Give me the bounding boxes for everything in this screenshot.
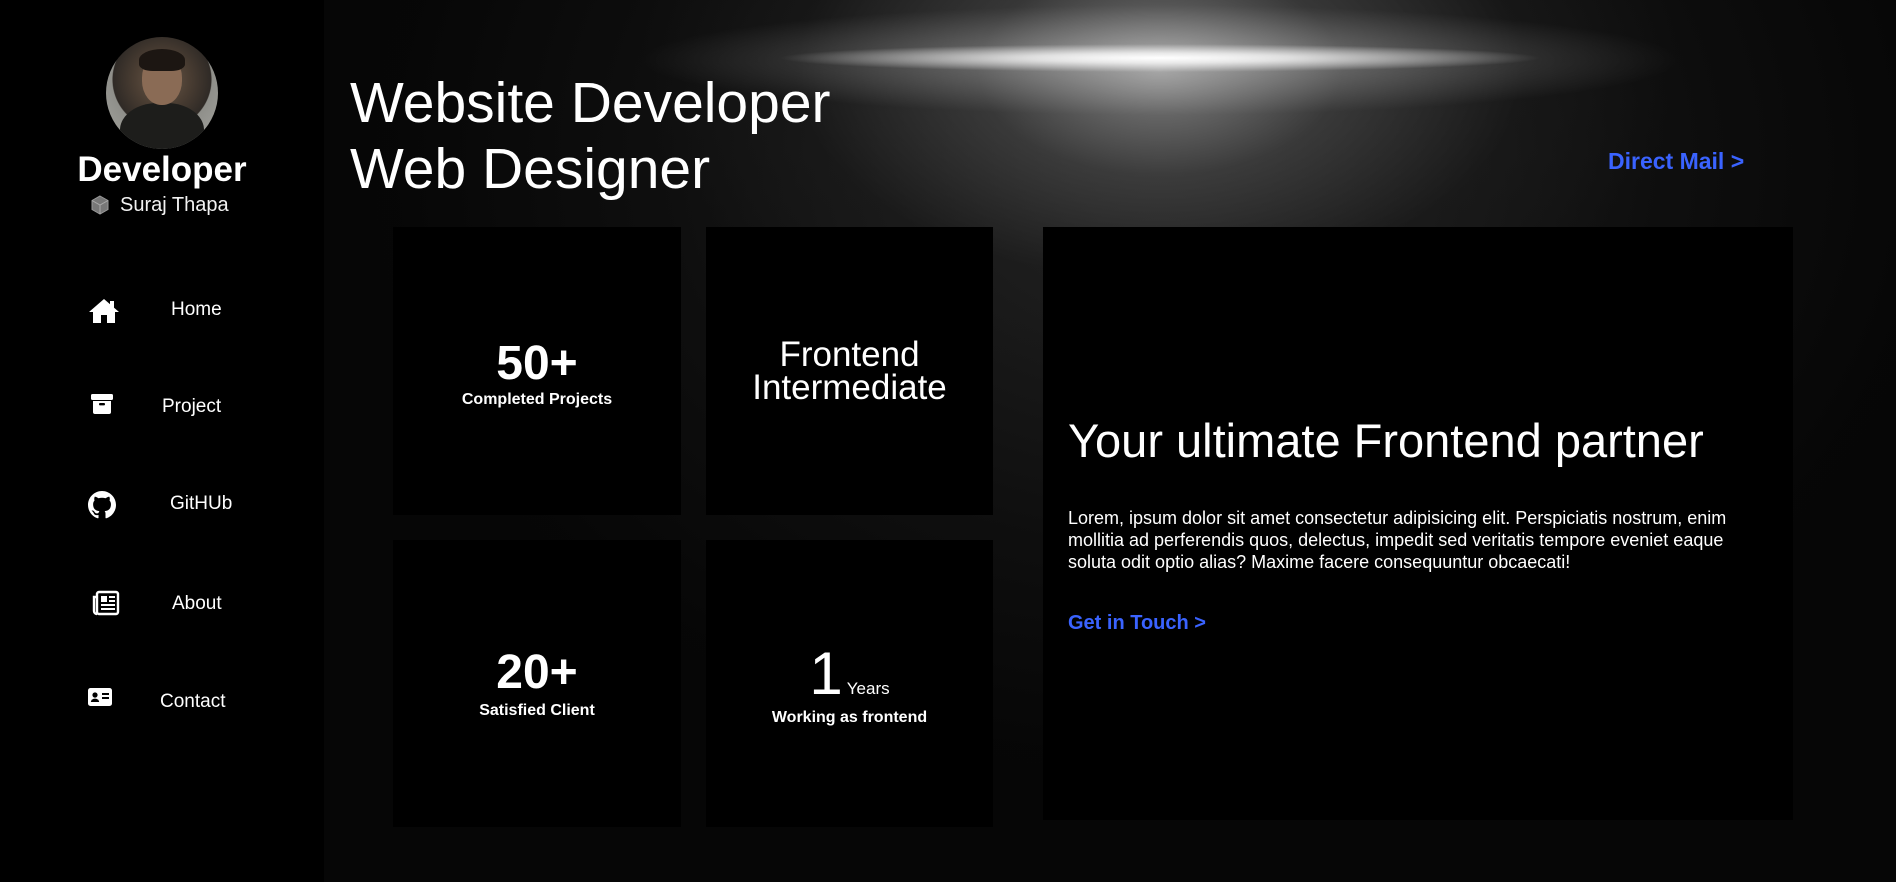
newspaper-icon <box>90 590 122 616</box>
panel-title: Your ultimate Frontend partner <box>1068 414 1704 467</box>
hexagon-logo-icon <box>90 195 110 215</box>
sidebar-item-contact[interactable]: Contact <box>0 678 324 726</box>
sidebar: Developer Suraj Thapa Home Project GitHU… <box>0 0 324 882</box>
sidebar-item-github[interactable]: GitHUb <box>0 480 324 528</box>
projects-count: 50+ <box>496 337 578 390</box>
sidebar-item-project[interactable]: Project <box>0 383 324 431</box>
github-icon <box>86 491 118 519</box>
experience-unit: Years <box>846 679 890 698</box>
sidebar-item-label: GitHUb <box>170 493 233 514</box>
direct-mail-link[interactable]: Direct Mail > <box>1608 148 1744 175</box>
brand-title: Developer <box>77 150 247 189</box>
sidebar-item-label: About <box>172 593 222 614</box>
experience-years: 1 <box>809 640 843 707</box>
projects-label: Completed Projects <box>461 391 613 408</box>
stat-card-level: Frontend Intermediate <box>706 227 993 515</box>
portfolio-page: Developer Suraj Thapa Home Project GitHU… <box>0 0 1896 882</box>
avatar <box>106 37 218 149</box>
level-line-2: Intermediate <box>752 368 947 407</box>
get-in-touch-link[interactable]: Get in Touch > <box>1068 612 1206 635</box>
stat-card-clients: 20+ Satisfied Client <box>393 540 681 827</box>
intro-panel: Your ultimate Frontend partner Lorem, ip… <box>1043 227 1793 820</box>
id-card-icon <box>84 684 116 710</box>
clients-label: Satisfied Client <box>479 702 595 719</box>
sidebar-item-label: Contact <box>160 691 226 712</box>
headline-line-2: Web Designer <box>350 137 711 201</box>
sidebar-item-label: Home <box>171 299 222 320</box>
stat-card-projects: 50+ Completed Projects <box>393 227 681 515</box>
brand-subtitle: Suraj Thapa <box>90 193 229 217</box>
sidebar-item-about[interactable]: About <box>0 580 324 628</box>
page-title: Website Developer Web Designer <box>350 70 831 202</box>
sidebar-item-label: Project <box>162 396 222 417</box>
experience-label: Working as frontend <box>771 709 928 726</box>
panel-description: Lorem, ipsum dolor sit amet consectetur … <box>1068 508 1727 572</box>
sidebar-item-home[interactable]: Home <box>0 286 324 334</box>
clients-count: 20+ <box>496 646 578 699</box>
brand-name: Suraj Thapa <box>120 193 229 216</box>
archive-box-icon <box>86 391 118 417</box>
level-line-1: Frontend <box>779 335 920 374</box>
stat-card-experience: 1 Years Working as frontend <box>706 540 993 827</box>
headline-line-1: Website Developer <box>350 71 831 135</box>
experience-value-row: 1 Years <box>706 642 993 706</box>
home-icon <box>88 298 120 324</box>
